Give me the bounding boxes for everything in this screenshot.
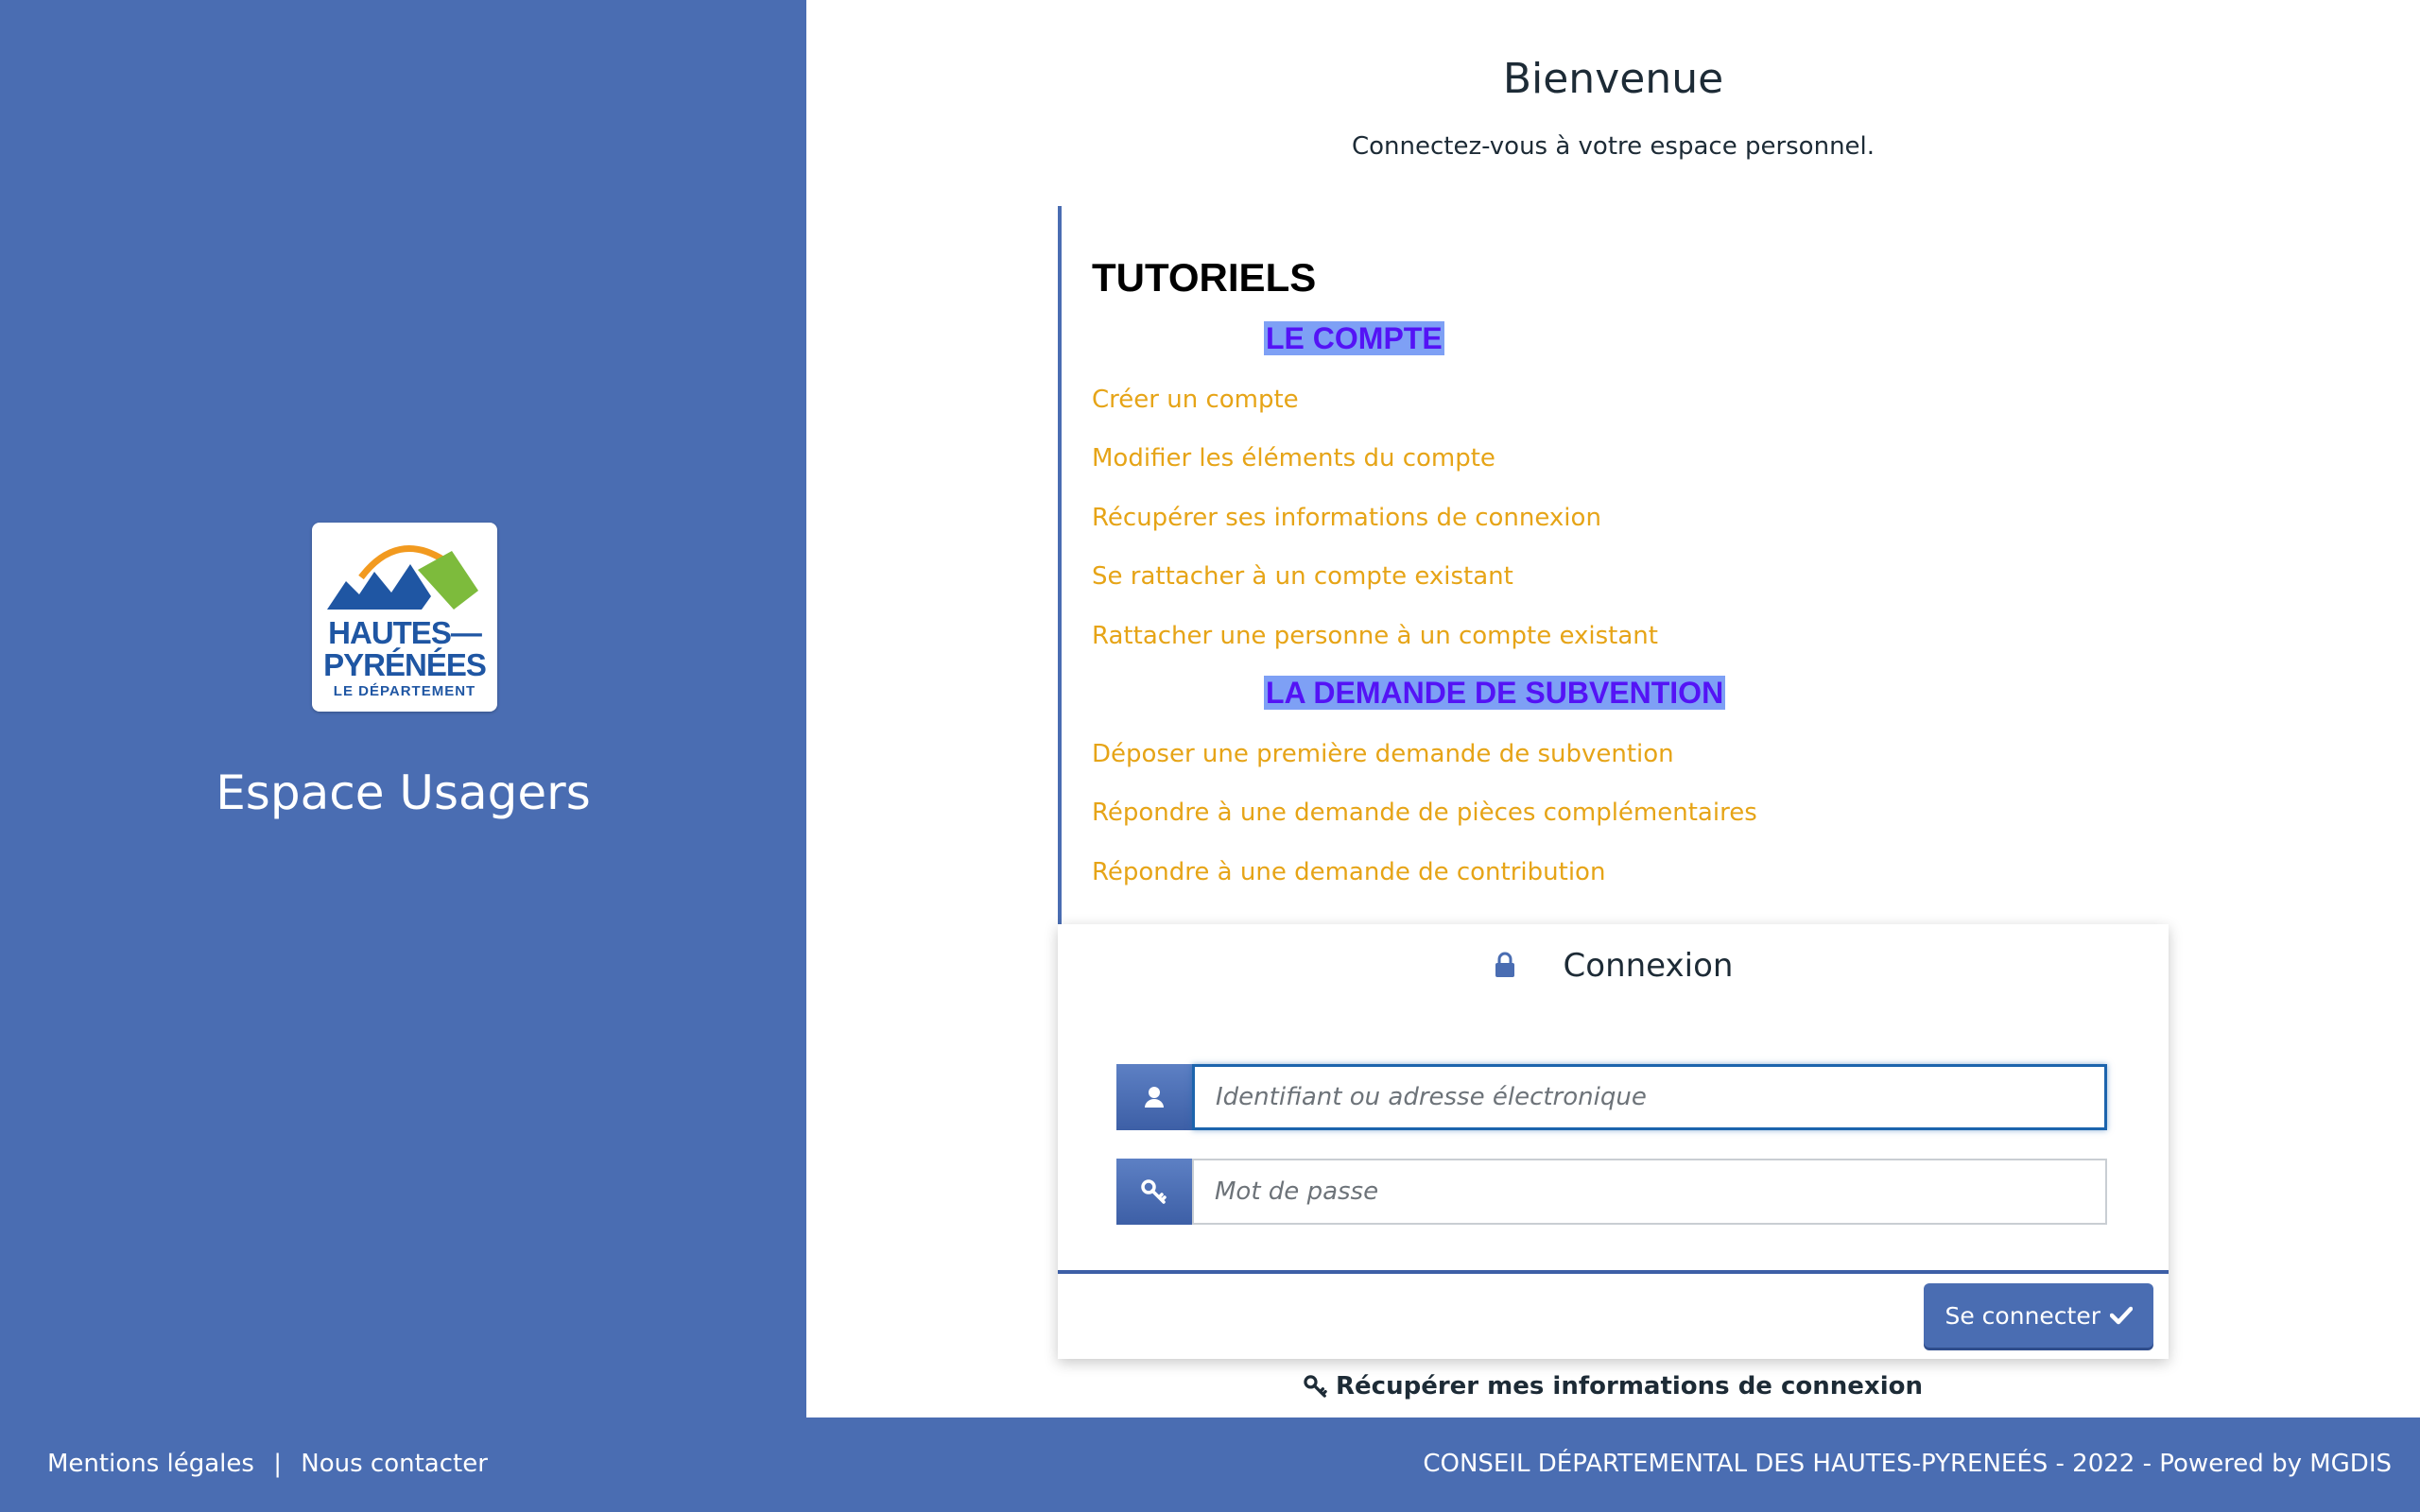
password-input[interactable]	[1192, 1159, 2107, 1225]
login-submit-label: Se connecter	[1945, 1301, 2100, 1330]
username-addon	[1116, 1064, 1192, 1130]
footer: Mentions légales | Nous contacter CONSEI…	[0, 1418, 2420, 1512]
password-row	[1116, 1159, 2109, 1225]
check-icon	[2110, 1306, 2133, 1325]
welcome-title: Bienvenue	[1502, 55, 1724, 103]
left-panel: HAUTES— PYRÉNÉES LE DÉPARTEMENT Espace U…	[0, 0, 806, 1418]
key-icon	[1304, 1375, 1327, 1398]
tutorials-panel: TUTORIELS LE COMPTE Créer un compte Modi…	[1058, 206, 2172, 924]
tutorial-link-first-request[interactable]: Déposer une première demande de subventi…	[1092, 740, 1674, 768]
recover-credentials-link[interactable]: Récupérer mes informations de connexion	[806, 1372, 2420, 1400]
user-icon	[1145, 1087, 1164, 1108]
recover-credentials-label: Récupérer mes informations de connexion	[1336, 1372, 1923, 1400]
tutorial-link-create-account[interactable]: Créer un compte	[1092, 386, 1299, 414]
logo-line-3: LE DÉPARTEMENT	[333, 683, 476, 699]
footer-links: Mentions légales | Nous contacter	[47, 1450, 488, 1478]
logo-line-2: PYRÉNÉES	[323, 647, 487, 682]
footer-separator: |	[273, 1450, 282, 1478]
tutorial-link-attach-existing[interactable]: Se rattacher à un compte existant	[1092, 562, 1513, 591]
tutorials-title: TUTORIELS	[1092, 255, 1317, 300]
login-header: Connexion	[1058, 947, 2169, 985]
welcome-subtitle: Connectez-vous à votre espace personnel.	[1351, 132, 1876, 161]
key-icon	[1141, 1179, 1167, 1204]
password-addon	[1116, 1159, 1192, 1225]
tutorial-link-recover-credentials[interactable]: Récupérer ses informations de connexion	[1092, 504, 1601, 532]
tutorial-link-edit-account[interactable]: Modifier les éléments du compte	[1092, 444, 1495, 472]
login-divider	[1058, 1270, 2169, 1274]
tutorial-link-contribution[interactable]: Répondre à une demande de contribution	[1092, 858, 1605, 886]
tutorial-link-additional-documents[interactable]: Répondre à une demande de pièces complém…	[1092, 799, 1757, 827]
login-submit-button[interactable]: Se connecter	[1924, 1283, 2153, 1348]
app-name: Espace Usagers	[216, 765, 591, 820]
footer-copyright: CONSEIL DÉPARTEMENTAL DES HAUTES-PYRENEÉ…	[1423, 1450, 2392, 1478]
login-title: Connexion	[1563, 947, 1734, 985]
tutorial-link-attach-person[interactable]: Rattacher une personne à un compte exist…	[1092, 622, 1658, 650]
username-input[interactable]	[1192, 1064, 2107, 1130]
legal-notice-link[interactable]: Mentions légales	[47, 1450, 254, 1478]
logo-line-1: HAUTES—	[328, 615, 482, 650]
username-row	[1116, 1064, 2109, 1130]
section-heading-account: LE COMPTE	[1264, 321, 1444, 355]
lock-icon	[1495, 952, 1514, 977]
section-heading-subsidy: LA DEMANDE DE SUBVENTION	[1264, 676, 1726, 710]
contact-link[interactable]: Nous contacter	[301, 1450, 488, 1478]
hautes-pyrenees-logo: HAUTES— PYRÉNÉES LE DÉPARTEMENT	[312, 523, 497, 712]
login-panel: Connexion Se connecter	[1058, 924, 2169, 1359]
